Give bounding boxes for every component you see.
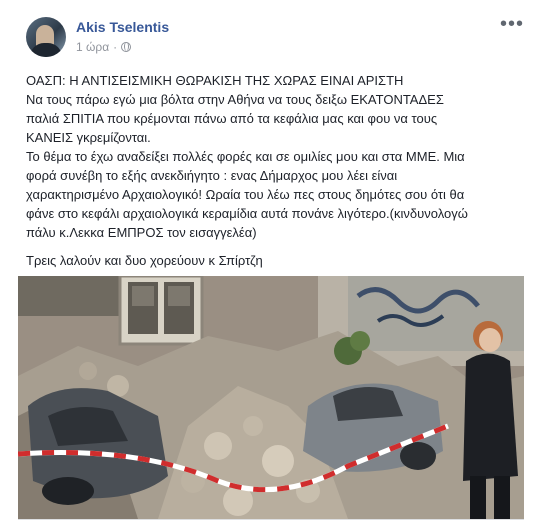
collapsed-building-photo	[18, 276, 524, 519]
author-avatar[interactable]	[26, 17, 66, 57]
facebook-post: Akis Tselentis 1 ώρα · ••• ΟΑΣΠ: Η ΑΝΤΙΣ…	[0, 0, 554, 532]
post-text-line: Το θέμα το έχω αναδείξει πολλές φορές κα…	[26, 149, 465, 164]
post-timestamp[interactable]: 1 ώρα	[76, 40, 109, 54]
post-divider	[18, 519, 524, 520]
more-options-icon[interactable]: •••	[500, 14, 524, 34]
post-meta: 1 ώρα ·	[76, 40, 132, 54]
globe-icon[interactable]	[121, 42, 132, 52]
post-text-line: ΚΑΝΕΙΣ γκρεμίζονται.	[26, 130, 151, 145]
author-name[interactable]: Akis Tselentis	[76, 19, 169, 35]
post-text-line: πάλυ κ.Λεκκα ΕΜΠΡΟΣ τον εισαγγελέα)	[26, 225, 257, 240]
avatar-shirt	[30, 43, 62, 57]
post-closing-line: Τρεις λαλούν και δυο χορεύουν κ Σπίρτζη	[26, 253, 263, 268]
post-text-line: παλιά ΣΠΙΤΙΑ που κρέμονται πάνω από τα κ…	[26, 111, 438, 126]
post-text-line: φάνε στο κεφάλι αρχαιολογικά κεραμίδια α…	[26, 206, 468, 221]
post-photo[interactable]	[18, 276, 524, 519]
post-text-line: χαρακτηρισμένο Αρχαιολογικό! Ωραία του λ…	[26, 187, 465, 202]
post-text-line: φορά συνέβη το εξής ανεκδιήγητο : ενας Δ…	[26, 168, 398, 183]
post-text-line: Να τους πάρω εγώ μια βόλτα στην Αθήνα να…	[26, 92, 444, 107]
post-text: ΟΑΣΠ: Η ΑΝΤΙΣΕΙΣΜΙΚΗ ΘΩΡΑΚΙΣΗ ΤΗΣ ΧΩΡΑΣ …	[26, 71, 536, 270]
post-text-line: ΟΑΣΠ: Η ΑΝΤΙΣΕΙΣΜΙΚΗ ΘΩΡΑΚΙΣΗ ΤΗΣ ΧΩΡΑΣ …	[26, 73, 404, 88]
